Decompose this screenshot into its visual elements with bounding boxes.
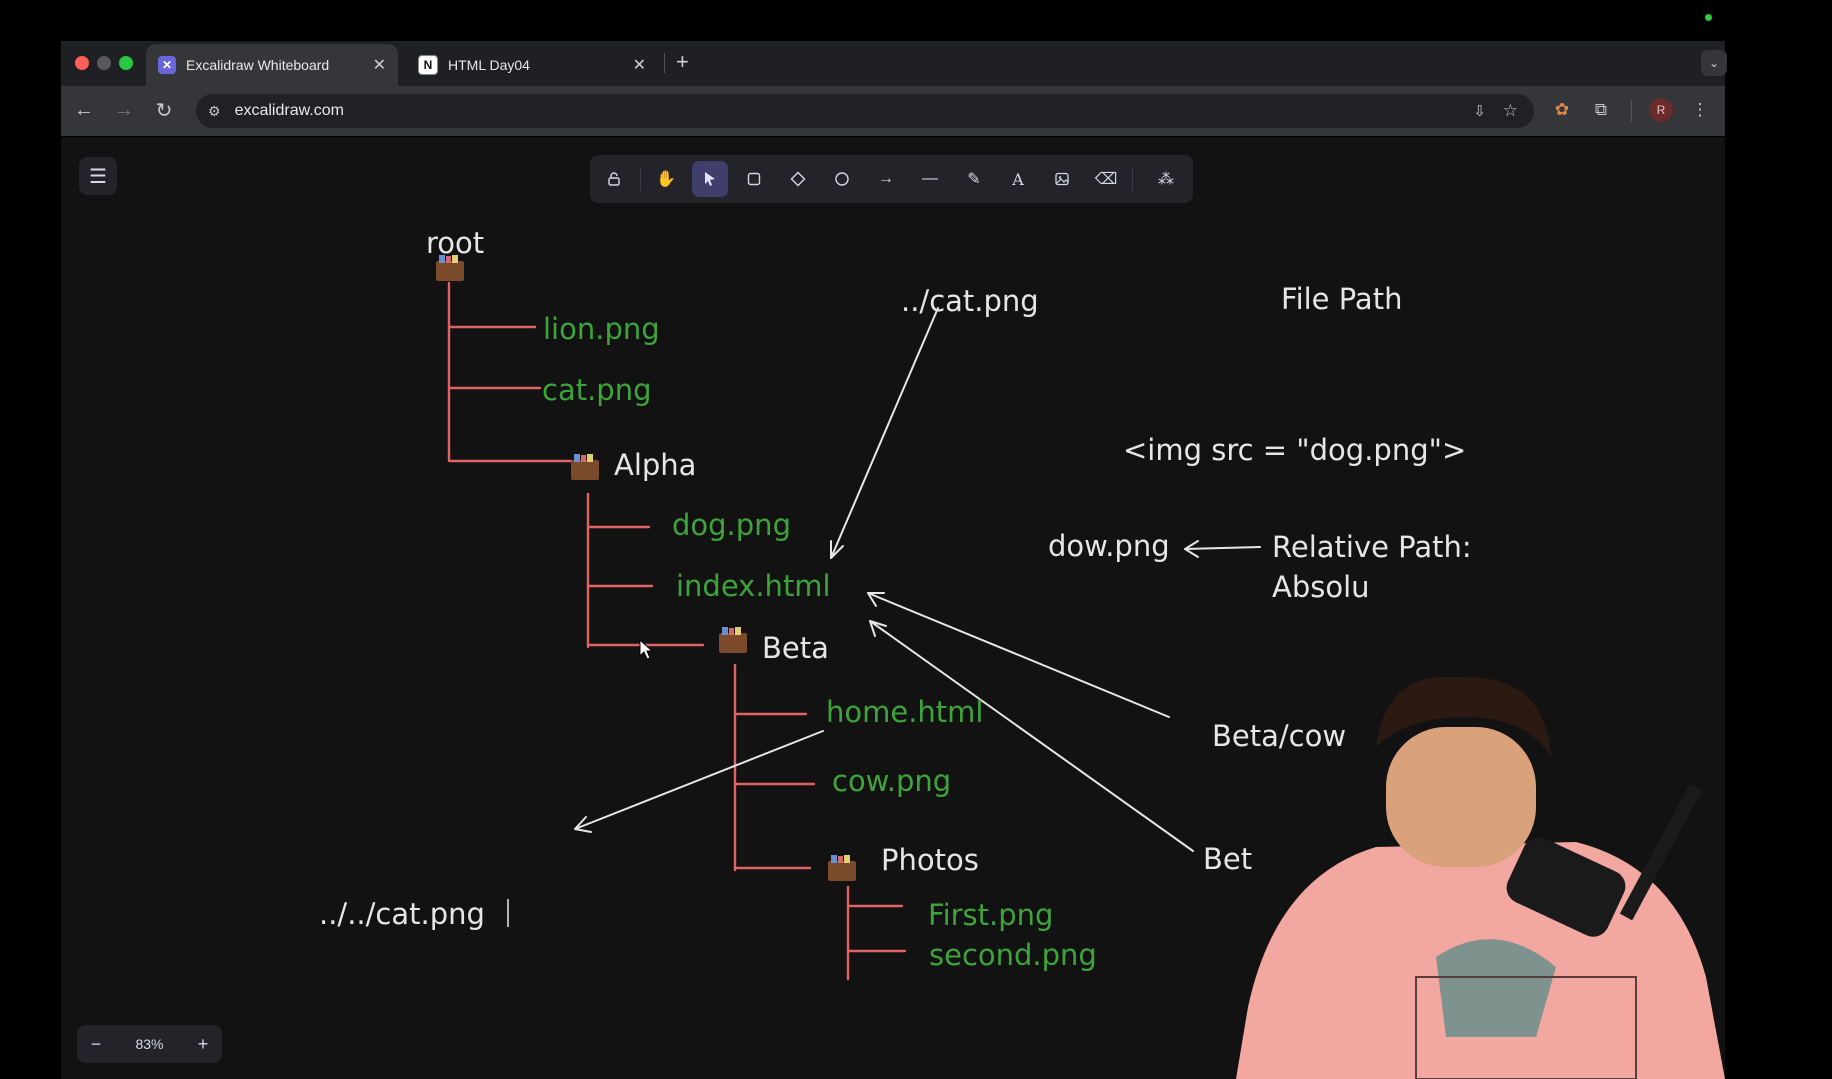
alpha-folder-label: Alpha — [614, 448, 696, 482]
close-tab-icon[interactable]: ✕ — [633, 55, 646, 75]
second-file: second.png — [929, 938, 1097, 972]
home-file: home.html — [826, 695, 984, 729]
zoom-in-button[interactable]: + — [184, 1025, 222, 1063]
install-app-icon[interactable]: ⇩ — [1473, 102, 1486, 120]
folder-icon — [828, 855, 856, 881]
close-tab-icon[interactable]: ✕ — [373, 55, 386, 75]
reload-icon[interactable]: ↻ — [151, 97, 177, 123]
tab-search-chevron-icon[interactable]: ⌄ — [1701, 50, 1727, 76]
cow-file: cow.png — [832, 764, 951, 798]
relative-cat-path: ../cat.png — [901, 284, 1039, 318]
profile-avatar[interactable]: R — [1649, 98, 1673, 122]
dog-file: dog.png — [672, 508, 791, 542]
beta-folder-label: Beta — [762, 631, 829, 665]
mouse-cursor-icon — [639, 638, 654, 660]
zoom-controls: − 83% + — [77, 1025, 222, 1063]
index-file: index.html — [676, 569, 831, 603]
root-label: root — [426, 226, 484, 260]
photos-folder-label: Photos — [881, 843, 979, 877]
presenter-webcam — [1236, 677, 1725, 1079]
absolute-path-label: Absolu — [1272, 570, 1370, 604]
extensions-puzzle-icon[interactable]: ⧉ — [1589, 98, 1613, 122]
folder-icon — [571, 454, 599, 480]
maximize-window-button[interactable] — [119, 56, 133, 70]
first-file: First.png — [928, 898, 1053, 932]
cat-file: cat.png — [542, 373, 652, 407]
notion-favicon-icon: N — [418, 55, 438, 75]
relative-path-label: Relative Path: — [1272, 530, 1472, 564]
zoom-out-button[interactable]: − — [77, 1025, 115, 1063]
toolbar-divider — [1631, 100, 1632, 122]
back-arrow-icon[interactable]: ← — [71, 97, 97, 123]
tab-label: Excalidraw Whiteboard — [186, 57, 330, 73]
relative-relative-cat-path: ../../cat.png — [319, 897, 485, 931]
close-window-button[interactable] — [75, 56, 89, 70]
new-tab-button[interactable]: + — [676, 49, 689, 75]
lion-file: lion.png — [543, 312, 660, 346]
dow-file-label: dow.png — [1048, 529, 1170, 563]
folder-icon — [719, 627, 747, 653]
zoom-level[interactable]: 83% — [115, 1025, 184, 1063]
bookmark-star-icon[interactable]: ☆ — [1503, 101, 1518, 121]
tab-excalidraw[interactable]: ✕ Excalidraw Whiteboard ✕ — [146, 44, 398, 86]
recording-indicator — [1705, 14, 1712, 21]
excalidraw-canvas[interactable]: ☰ ✋ → — ✎ A ⌫ ⁂ root lion.png cat.png Al… — [61, 137, 1725, 1079]
site-settings-icon[interactable]: ⚙ — [208, 103, 221, 120]
excalidraw-favicon-icon: ✕ — [158, 56, 176, 74]
browser-window: ✕ Excalidraw Whiteboard ✕ N HTML Day04 ✕… — [61, 0, 1727, 1079]
more-menu-icon[interactable]: ⋮ — [1688, 98, 1712, 122]
tab-divider — [664, 53, 665, 73]
img-tag-example: <img src = "dog.png"> — [1123, 433, 1466, 467]
tab-html-day04[interactable]: N HTML Day04 ✕ — [406, 44, 658, 86]
minimize-window-button[interactable] — [97, 56, 111, 70]
browser-toolbar: ← → ↻ ⚙ excalidraw.com ⇩ ☆ ✿ ⧉ R ⋮ — [61, 86, 1725, 136]
forward-arrow-icon[interactable]: → — [111, 97, 137, 123]
address-bar[interactable]: ⚙ excalidraw.com ⇩ ☆ — [196, 94, 1534, 128]
url-text: excalidraw.com — [234, 102, 344, 119]
file-path-title: File Path — [1281, 282, 1402, 316]
tab-label: HTML Day04 — [448, 57, 530, 73]
extension-icon[interactable]: ✿ — [1550, 98, 1574, 122]
